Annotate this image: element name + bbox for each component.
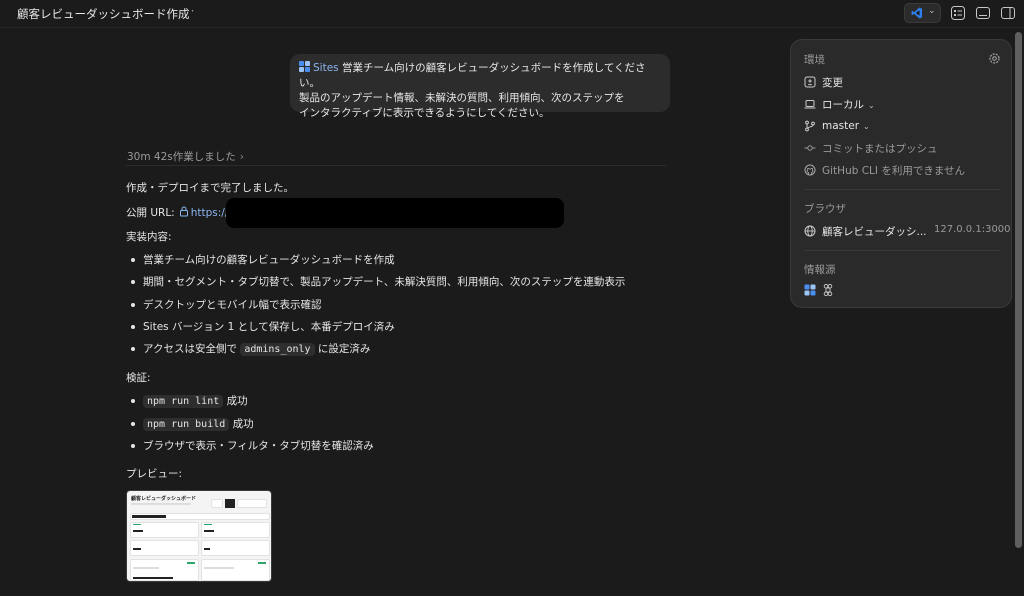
prompt-text-1: 営業チーム向けの顧客レビューダッシュボードを作成してください。	[299, 62, 646, 89]
divider	[804, 250, 1000, 251]
git-commit-icon	[804, 145, 816, 151]
access-prefix: アクセスは安全側で	[143, 343, 237, 355]
user-message-bubble: Sites 営業チーム向けの顧客レビューダッシュボードを作成してください。 製品…	[290, 54, 670, 119]
preview-title: 顧客レビューダッシュボード	[131, 496, 197, 502]
prompt-line-3: インタラクティブに表示できるようにしてください。	[299, 107, 550, 119]
local-environment-dropdown[interactable]: ローカル ⌄	[822, 97, 875, 112]
public-url-link[interactable]: https://	[191, 207, 229, 219]
gear-icon[interactable]	[988, 52, 1001, 65]
chevron-right-icon: ›	[239, 151, 244, 163]
divider	[804, 189, 1000, 190]
branch-dropdown[interactable]: master ⌄	[822, 120, 870, 132]
github-icon	[804, 164, 816, 176]
sidebar-toggle-icon[interactable]	[1000, 5, 1016, 21]
open-in-vscode-button[interactable]: ⌄	[904, 3, 941, 23]
list-item: 期間・セグメント・タブ切替で、製品アップデート、未解決質問、利用傾向、次のステッ…	[130, 276, 626, 288]
environment-heading: 環境	[804, 54, 825, 66]
sites-source-icon[interactable]	[804, 284, 816, 296]
sources-heading: 情報源	[804, 264, 836, 276]
list-item: 営業チーム向けの顧客レビューダッシュボードを作成	[131, 254, 395, 266]
command-key-icon[interactable]	[822, 284, 834, 296]
browser-address: 127.0.0.1:3000	[934, 224, 1011, 235]
laptop-icon	[804, 100, 816, 109]
list-item: Sites バージョン 1 として保存し、本番デプロイ済み	[131, 321, 395, 333]
browser-heading: ブラウザ	[804, 203, 846, 215]
preview-heading: プレビュー:	[126, 468, 183, 480]
chevron-down-icon: ⌄	[928, 6, 936, 16]
vscode-icon	[911, 7, 922, 19]
branch-label: master	[822, 120, 860, 132]
verification-heading: 検証:	[126, 372, 151, 384]
git-branch-icon	[805, 120, 815, 132]
list-item-build: npm run build 成功	[131, 416, 254, 431]
worked-duration-label: 30m 42s作業しました	[127, 151, 236, 163]
local-label: ローカル	[822, 99, 864, 111]
redacted-url-block	[226, 198, 564, 228]
list-item: デスクトップとモバイル幅で表示確認	[131, 299, 322, 311]
scrollbar-thumb[interactable]	[1015, 32, 1022, 548]
lock-icon	[179, 206, 188, 217]
sites-icon	[299, 61, 310, 72]
list-item-access: アクセスは安全側で admins_only に設定済み	[130, 341, 371, 356]
checklist-icon[interactable]	[950, 5, 966, 21]
done-message: 作成・デプロイまで完了しました。	[126, 182, 294, 194]
preview-thumbnail[interactable]: 顧客レビューダッシュボード	[126, 490, 272, 582]
access-suffix: に設定済み	[317, 343, 371, 355]
list-item: ブラウザで表示・フィルタ・タブ切替を確認済み	[131, 440, 374, 452]
chevron-down-icon: ⌄	[863, 122, 870, 131]
list-item-lint: npm run lint 成功	[131, 393, 248, 408]
title-bar: 顧客レビューダッシュボード作成 ··· ⌄	[0, 0, 1024, 28]
inline-code: npm run lint	[143, 395, 224, 408]
environment-panel: 環境 変更 ローカル ⌄ master ⌄ コミットまたはプッシュ GitHub C…	[790, 39, 1012, 308]
thread-title: 顧客レビューダッシュボード作成	[17, 7, 190, 21]
prompt-line-1: Sites 営業チーム向けの顧客レビューダッシュボードを作成してください。	[299, 61, 661, 91]
lint-result: 成功	[226, 395, 248, 407]
build-result: 成功	[232, 418, 254, 430]
inline-code: admins_only	[240, 343, 315, 356]
implementation-heading: 実装内容:	[126, 231, 172, 243]
more-options-icon[interactable]: ···	[181, 4, 195, 18]
terminal-panel-icon[interactable]	[975, 5, 991, 21]
chevron-down-icon: ⌄	[868, 101, 875, 110]
prompt-line-2: 製品のアップデート情報、未解決の質問、利用傾向、次のステップを	[299, 92, 625, 104]
divider	[126, 165, 666, 166]
worked-duration-toggle[interactable]: 30m 42s作業しました ›	[127, 149, 244, 164]
commit-or-push-item[interactable]: コミットまたはプッシュ	[822, 141, 938, 156]
changes-item[interactable]: 変更	[822, 75, 843, 90]
browser-tab-item[interactable]: 顧客レビューダッシ...	[822, 224, 927, 239]
inline-code: npm run build	[143, 418, 230, 431]
github-cli-status: GitHub CLI を利用できません	[822, 165, 966, 177]
diff-icon	[804, 76, 816, 88]
public-url-line: 公開 URL: https://	[126, 205, 228, 220]
public-url-label: 公開 URL:	[126, 207, 175, 219]
globe-icon	[804, 225, 816, 237]
sites-tag[interactable]: Sites	[313, 62, 339, 74]
